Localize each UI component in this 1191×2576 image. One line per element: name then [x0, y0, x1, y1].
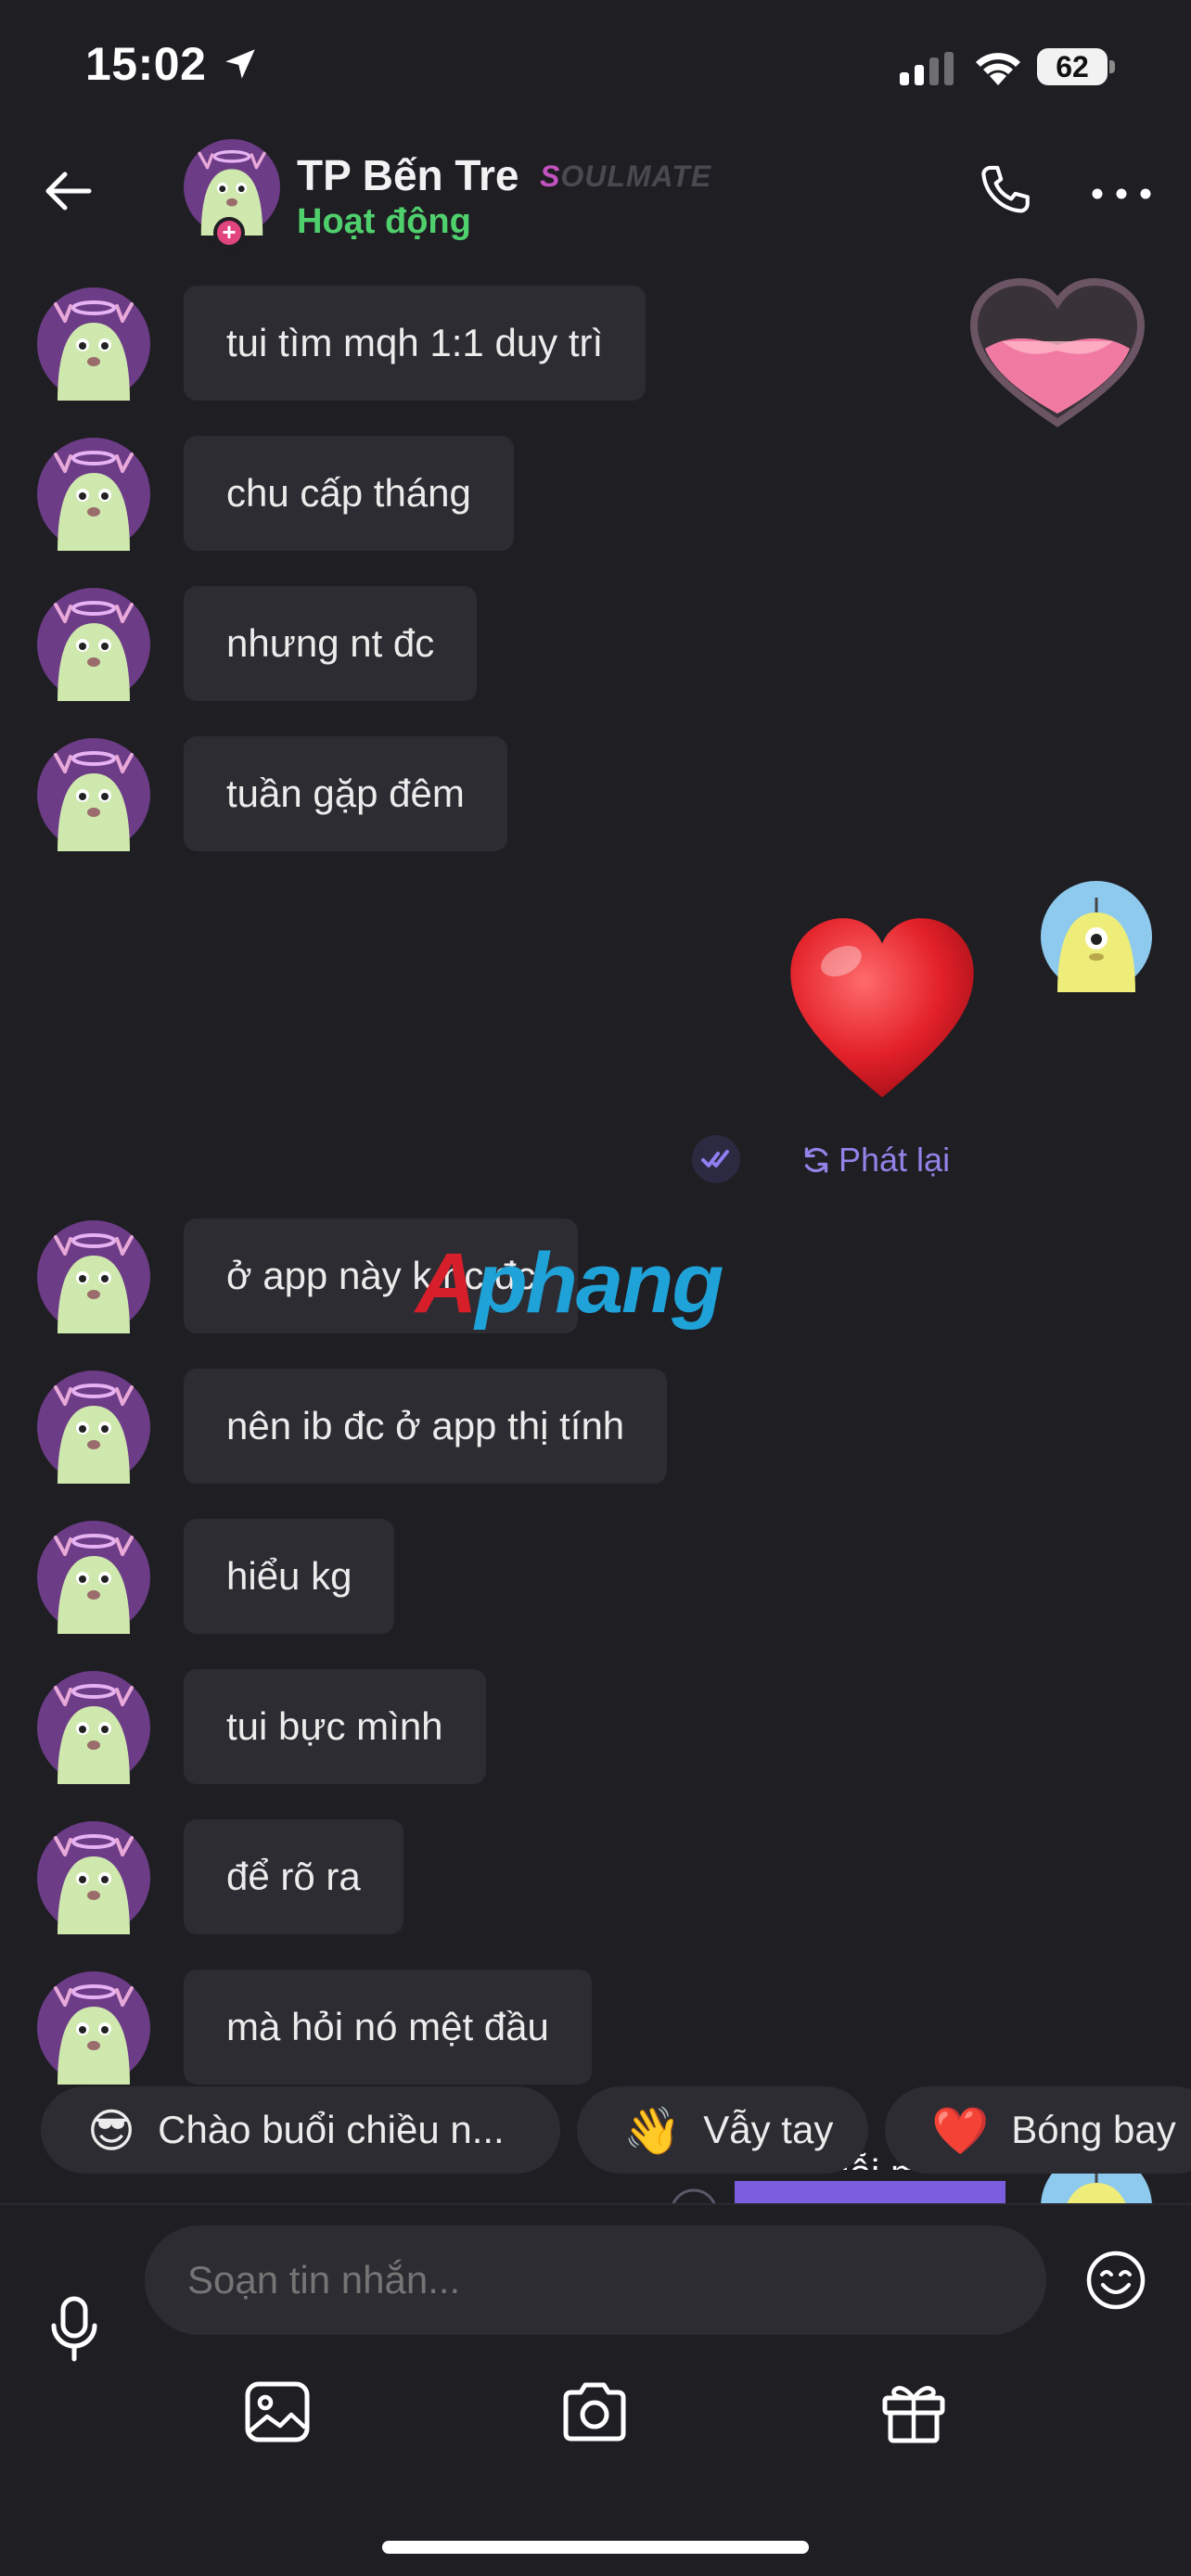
waving-hand-icon: 👋	[623, 2105, 682, 2157]
contact-name[interactable]: TP Bến Tre	[297, 150, 519, 200]
replay-label: Phát lại	[839, 1141, 951, 1179]
green-monster-avatar-icon[interactable]	[37, 1220, 150, 1333]
message-bubble[interactable]: tui bực mình	[184, 1669, 486, 1784]
battery-icon: 62	[1037, 48, 1115, 85]
green-monster-avatar-icon[interactable]	[37, 1971, 150, 2085]
emoji-picker-icon[interactable]	[1085, 2250, 1146, 2311]
camera-icon[interactable]	[560, 2378, 629, 2446]
sun-sunglasses-icon: 😎	[87, 2105, 136, 2157]
read-receipt-icon	[692, 1135, 740, 1183]
message-composer	[0, 2205, 1191, 2576]
phone-call-icon[interactable]	[974, 161, 1035, 223]
online-status: Hoạt động	[297, 202, 471, 241]
chat-screen: 15:02 62 + TP Bến Tre SOULMATE Hoạt động…	[0, 0, 1191, 2576]
message-bubble[interactable]: tuần gặp đêm	[184, 736, 507, 851]
green-monster-avatar-icon[interactable]	[37, 588, 150, 701]
quick-reply-label: Bóng bay	[1011, 2108, 1176, 2151]
message-input[interactable]	[145, 2225, 1046, 2335]
green-monster-avatar-icon[interactable]	[37, 1521, 150, 1634]
yellow-cyclops-avatar-icon[interactable]	[1041, 881, 1152, 992]
wifi-icon	[976, 53, 1020, 85]
red-heart-icon: ❤️	[931, 2105, 990, 2157]
quick-reply-label: Chào buổi chiều n...	[158, 2108, 505, 2151]
message-bubble[interactable]: chu cấp tháng	[184, 436, 514, 551]
status-bar: 15:02 62	[0, 0, 1191, 139]
soulmate-badge: SOULMATE	[540, 159, 712, 193]
message-bubble[interactable]: để rõ ra	[184, 1819, 403, 1934]
chat-header: + TP Bến Tre SOULMATE Hoạt động	[0, 139, 1191, 278]
gallery-image-icon[interactable]	[243, 2378, 312, 2446]
message-bubble[interactable]: mà hỏi nó mệt đầu	[184, 1970, 592, 2085]
microphone-icon[interactable]	[48, 2296, 100, 2363]
outgoing-message-bubble[interactable]	[735, 2181, 1005, 2203]
green-monster-avatar-icon[interactable]	[37, 287, 150, 401]
contact-avatar[interactable]: +	[184, 139, 280, 249]
status-time: 15:02	[85, 38, 207, 90]
cellular-signal-icon	[900, 52, 954, 85]
green-monster-avatar-icon[interactable]	[37, 1371, 150, 1484]
quick-reply-bar: 😎 Chào buổi chiều n... 👋 Vẫy tay ❤️ Bóng ba…	[0, 2086, 1191, 2177]
replay-button[interactable]: Phát lại	[800, 1141, 950, 1180]
message-bubble[interactable]: nhưng nt đc	[184, 586, 478, 701]
quick-reply-label: Vẫy tay	[703, 2108, 834, 2151]
battery-level: 62	[1056, 50, 1089, 83]
location-arrow-icon	[225, 49, 255, 79]
gift-icon[interactable]	[879, 2378, 948, 2446]
quick-reply-wave[interactable]: 👋 Vẫy tay	[577, 2086, 868, 2174]
home-indicator[interactable]	[382, 2541, 809, 2554]
green-monster-avatar-icon[interactable]	[37, 738, 150, 851]
message-bubble[interactable]: hiểu kg	[184, 1519, 395, 1634]
green-monster-avatar-icon[interactable]	[37, 1821, 150, 1934]
add-friend-badge[interactable]: +	[213, 217, 245, 249]
watermark-logo: Aphang	[416, 1236, 724, 1331]
quick-reply-balloon[interactable]: ❤️ Bóng bay	[885, 2086, 1191, 2174]
heart-sticker-icon[interactable]	[965, 274, 1150, 432]
quick-reply-good-afternoon[interactable]: 😎 Chào buổi chiều n...	[41, 2086, 560, 2174]
back-arrow-icon[interactable]	[41, 163, 96, 219]
more-options-icon[interactable]	[1091, 187, 1152, 200]
message-bubble[interactable]: tui tìm mqh 1:1 duy trì	[184, 286, 647, 401]
green-monster-avatar-icon[interactable]	[37, 1671, 150, 1784]
red-heart-sticker-icon[interactable]	[785, 912, 980, 1107]
replay-icon	[804, 1147, 828, 1173]
green-monster-avatar-icon[interactable]	[37, 438, 150, 551]
message-bubble[interactable]: nên ib đc ở app thị tính	[184, 1369, 668, 1484]
